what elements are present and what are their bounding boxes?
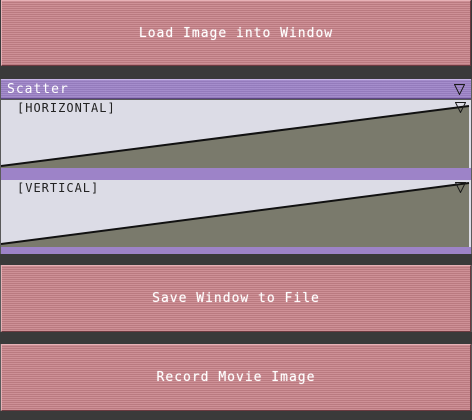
dropdown-value: Scatter <box>7 82 69 97</box>
scatter-dropdown[interactable]: Scatter <box>1 79 471 99</box>
vertical-label: [VERTICAL] <box>17 181 100 195</box>
separator <box>0 332 472 344</box>
horizontal-label: [HORIZONTAL] <box>17 101 116 115</box>
separator <box>0 254 472 265</box>
triangle-down-icon[interactable] <box>455 102 466 113</box>
save-window-button[interactable]: Save Window to File <box>1 265 471 332</box>
record-movie-button[interactable]: Record Movie Image <box>1 344 471 411</box>
graph-divider <box>1 168 471 180</box>
graph-bottom-strip <box>1 247 471 254</box>
horizontal-graph[interactable]: [HORIZONTAL] <box>1 100 471 168</box>
triangle-down-icon[interactable] <box>454 84 465 95</box>
triangle-down-icon[interactable] <box>455 182 466 193</box>
separator <box>0 66 472 79</box>
vertical-graph[interactable]: [VERTICAL] <box>1 180 471 247</box>
separator <box>0 411 472 420</box>
load-image-button[interactable]: Load Image into Window <box>1 0 471 66</box>
